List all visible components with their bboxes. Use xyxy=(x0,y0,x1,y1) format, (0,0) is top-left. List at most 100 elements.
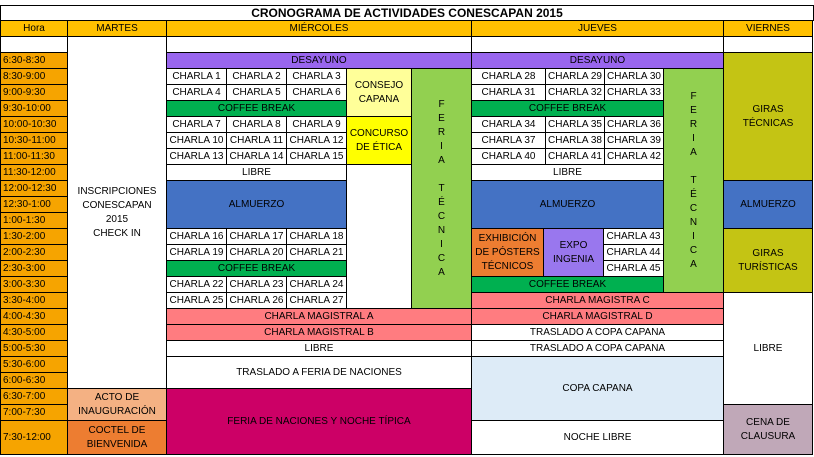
jueves-charla: CHARLA 39 xyxy=(605,133,664,149)
jueves-charla: CHARLA 38 xyxy=(546,133,605,149)
hour-cell: 11:30-12:00 xyxy=(0,165,68,181)
hour-cell: 11:00-11:30 xyxy=(0,149,68,165)
jueves-copa-capana: COPA CAPANA xyxy=(472,357,724,421)
hour-cell: 8:30-9:00 xyxy=(0,69,68,85)
miercoles-charla: CHARLA 17 xyxy=(227,229,287,245)
viernes-giras-turisticas: GIRAS TURÍSTICAS xyxy=(724,229,813,293)
jueves-charla: CHARLA 30 xyxy=(605,69,664,85)
jueves-desayuno: DESAYUNO xyxy=(472,53,724,69)
feria-tecnica-letter: F xyxy=(690,90,697,102)
miercoles-charla: CHARLA 20 xyxy=(227,245,287,261)
feria-tecnica-letter: A xyxy=(438,266,445,278)
miercoles-charla: CHARLA 16 xyxy=(167,229,227,245)
miercoles-magistral-a: CHARLA MAGISTRAL A xyxy=(167,309,472,325)
feria-tecnica-letter: E xyxy=(690,104,697,116)
jueves-feria-tecnica: FERIATÉCNICA xyxy=(664,69,724,293)
miercoles-charla: CHARLA 12 xyxy=(287,133,347,149)
jueves-charla: CHARLA 33 xyxy=(605,85,664,101)
jueves-charla: CHARLA 41 xyxy=(546,149,605,165)
hour-cell: 10:30-11:00 xyxy=(0,133,68,149)
feria-tecnica-letter: N xyxy=(689,216,698,228)
hour-cell: 6:30-7:00 xyxy=(0,389,68,405)
hour-cell: 4:30-5:00 xyxy=(0,325,68,341)
miercoles-feria-tecnica: FERIATÉCNICA xyxy=(412,69,472,309)
miercoles-charla: CHARLA 25 xyxy=(167,293,227,309)
hour-cell: 5:30-6:00 xyxy=(0,357,68,373)
miercoles-traslado-feria: TRASLADO A FERIA DE NACIONES xyxy=(167,357,472,389)
feria-tecnica-letter: R xyxy=(437,126,446,138)
jueves-charla: CHARLA 40 xyxy=(472,149,546,165)
viernes-cena-clausura: CENA DE CLAUSURA xyxy=(724,405,813,455)
miercoles-consejo-capana: CONSEJO CAPANA xyxy=(347,69,412,117)
miercoles-charla: CHARLA 18 xyxy=(287,229,347,245)
martes-inscripciones: INSCRIPCIONES CONESCAPAN 2015 CHECK IN xyxy=(68,37,167,389)
page-title: CRONOGRAMA DE ACTIVIDADES CONESCAPAN 201… xyxy=(0,5,814,21)
miercoles-charla: CHARLA 7 xyxy=(167,117,227,133)
header-viernes: VIERNES xyxy=(724,21,813,37)
miercoles-charla: CHARLA 5 xyxy=(227,85,287,101)
miercoles-almuerzo: ALMUERZO xyxy=(167,181,347,229)
miercoles-charla: CHARLA 6 xyxy=(287,85,347,101)
blank-row xyxy=(0,37,68,53)
viernes-almuerzo: ALMUERZO xyxy=(724,181,813,229)
feria-tecnica-letter: É xyxy=(438,196,445,208)
miercoles-charla: CHARLA 24 xyxy=(287,277,347,293)
feria-tecnica-letter: I xyxy=(440,238,443,250)
feria-tecnica-letter: N xyxy=(437,224,446,236)
hour-cell: 5:00-5:30 xyxy=(0,341,68,357)
miercoles-libre-1: LIBRE xyxy=(167,165,347,181)
header-miercoles: MIÉRCOLES xyxy=(167,21,472,37)
jueves-expo-ingenia: EXPO INGENIA xyxy=(544,229,604,277)
hour-cell: 7:30-12:00 xyxy=(0,421,68,455)
jueves-noche-libre: NOCHE LIBRE xyxy=(472,421,724,455)
miercoles-coffee-break-2: COFFEE BREAK xyxy=(167,261,347,277)
miercoles-desayuno: DESAYUNO xyxy=(167,53,472,69)
header-jueves: JUEVES xyxy=(472,21,724,37)
miercoles-charla: CHARLA 27 xyxy=(287,293,347,309)
blank-row xyxy=(472,37,724,53)
viernes-giras-tecnicas: GIRAS TÉCNICAS xyxy=(724,53,813,181)
miercoles-charla: CHARLA 2 xyxy=(227,69,287,85)
miercoles-charla: CHARLA 10 xyxy=(167,133,227,149)
miercoles-charla: CHARLA 11 xyxy=(227,133,287,149)
hour-cell: 9:30-10:00 xyxy=(0,101,68,117)
feria-tecnica-letter: T xyxy=(438,182,445,194)
feria-tecnica-letter: I xyxy=(692,230,695,242)
jueves-almuerzo: ALMUERZO xyxy=(472,181,664,229)
miercoles-charla: CHARLA 3 xyxy=(287,69,347,85)
hour-cell: 3:30-4:00 xyxy=(0,293,68,309)
miercoles-charla: CHARLA 15 xyxy=(287,149,347,165)
jueves-charla: CHARLA 45 xyxy=(604,261,664,277)
miercoles-charla: CHARLA 19 xyxy=(167,245,227,261)
miercoles-charla: CHARLA 14 xyxy=(227,149,287,165)
miercoles-charla: CHARLA 8 xyxy=(227,117,287,133)
feria-tecnica-letter: E xyxy=(438,112,445,124)
viernes-libre: LIBRE xyxy=(724,293,813,405)
miercoles-charla: CHARLA 13 xyxy=(167,149,227,165)
jueves-charla: CHARLA 35 xyxy=(546,117,605,133)
jueves-traslado-2: TRASLADO A COPA CAPANA xyxy=(472,341,724,357)
jueves-charla: CHARLA 42 xyxy=(605,149,664,165)
miercoles-magistral-b: CHARLA MAGISTRAL B xyxy=(167,325,472,341)
hour-cell: 1:30-2:00 xyxy=(0,229,68,245)
feria-tecnica-letter: A xyxy=(690,258,697,270)
miercoles-charla: CHARLA 9 xyxy=(287,117,347,133)
feria-tecnica-letter: É xyxy=(690,188,697,200)
miercoles-coffee-break-1: COFFEE BREAK xyxy=(167,101,347,117)
header-hora: Hora xyxy=(0,21,68,37)
miercoles-feria-noche-tipica: FERIA DE NACIONES Y NOCHE TÍPICA xyxy=(167,389,472,455)
feria-tecnica-letter: C xyxy=(437,252,446,264)
hour-cell: 3:00-3:30 xyxy=(0,277,68,293)
blank-row xyxy=(167,37,472,53)
jueves-charla: CHARLA 36 xyxy=(605,117,664,133)
jueves-traslado-1: TRASLADO A COPA CAPANA xyxy=(472,325,724,341)
hour-cell: 2:30-3:00 xyxy=(0,261,68,277)
viernes-blank-1 xyxy=(724,37,813,53)
feria-tecnica-letter: I xyxy=(440,140,443,152)
jueves-charla: CHARLA 32 xyxy=(546,85,605,101)
hour-cell: 10:00-10:30 xyxy=(0,117,68,133)
jueves-charla: CHARLA 43 xyxy=(604,229,664,245)
jueves-magistral-c: CHARLA MAGISTRA C xyxy=(472,293,724,309)
miercoles-charla: CHARLA 22 xyxy=(167,277,227,293)
jueves-charla: CHARLA 31 xyxy=(472,85,546,101)
